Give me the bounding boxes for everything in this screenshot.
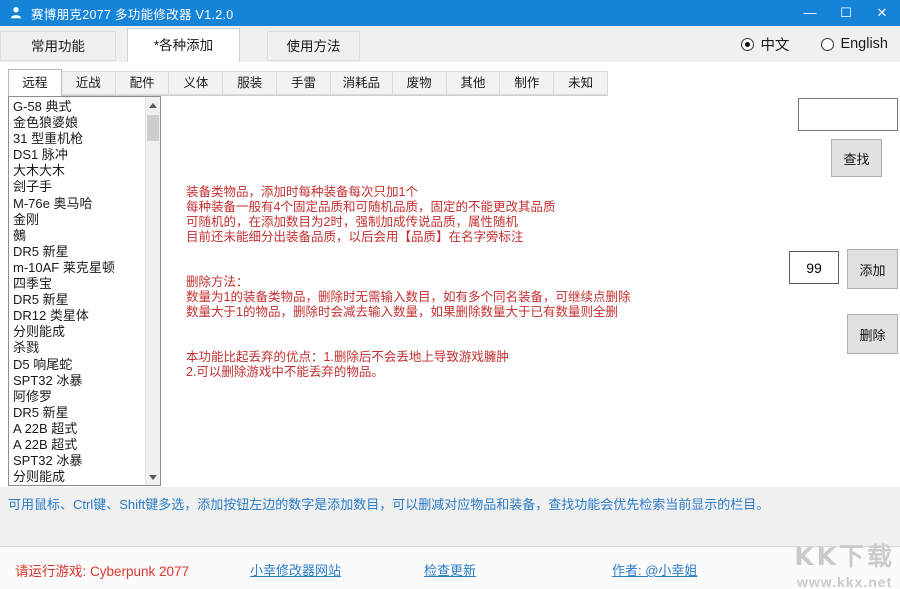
instruction-line: 2.可以删除游戏中不能丢弃的物品。 xyxy=(186,365,630,380)
app-icon xyxy=(9,6,23,20)
list-item[interactable]: DS1 脉冲 xyxy=(9,147,145,163)
add-button[interactable]: 添加 xyxy=(847,249,898,289)
find-button[interactable]: 查找 xyxy=(831,139,882,177)
category-tab-bar: 远程近战配件义体服装手雷消耗品废物其他制作未知 xyxy=(8,69,608,96)
instructions-text: 装备类物品，添加时每种装备每次只加1个每种装备一般有4个固定品质和可随机品质，固… xyxy=(186,185,630,380)
scroll-down-icon[interactable] xyxy=(146,469,160,485)
list-item[interactable]: m-10AF 莱克星顿 xyxy=(9,260,145,276)
category-tab[interactable]: 服装 xyxy=(223,71,277,95)
instruction-line: 目前还未能细分出装备品质，以后会用【品质】在名字旁标注 xyxy=(186,230,630,245)
list-item[interactable]: 杀戮 xyxy=(9,340,145,356)
radio-english-label: English xyxy=(840,36,888,52)
category-tab[interactable]: 手雷 xyxy=(277,71,331,95)
category-tab[interactable]: 制作 xyxy=(500,71,554,95)
main-tab[interactable]: *各种添加 xyxy=(127,28,240,62)
list-item[interactable]: 分则能成 xyxy=(9,324,145,340)
close-button[interactable]: ✕ xyxy=(864,0,900,26)
list-item[interactable]: G-58 典式 xyxy=(9,99,145,115)
run-game-text: 请运行游戏: Cyberpunk 2077 xyxy=(15,560,189,580)
list-item[interactable]: 鵺 xyxy=(9,228,145,244)
delete-button[interactable]: 删除 xyxy=(847,314,898,354)
main-tab[interactable]: 使用方法 xyxy=(267,31,360,61)
category-tab[interactable]: 消耗品 xyxy=(331,71,393,95)
scroll-up-icon[interactable] xyxy=(146,97,160,113)
category-tab[interactable]: 义体 xyxy=(169,71,223,95)
content-panel: 远程近战配件义体服装手雷消耗品废物其他制作未知 G-58 典式金色狼婆娘31 型… xyxy=(0,62,900,487)
weapon-listbox: G-58 典式金色狼婆娘31 型重机枪DS1 脉冲大木大木刽子手M-76e 奥马… xyxy=(8,96,161,486)
titlebar: 赛博朋克2077 多功能修改器 V1.2.0 — ☐ ✕ xyxy=(0,0,900,26)
scrollbar-thumb[interactable] xyxy=(147,115,159,141)
search-input[interactable] xyxy=(798,98,898,131)
instruction-line: 删除方法： xyxy=(186,275,630,290)
list-item[interactable]: 分则能成 xyxy=(9,469,145,485)
watermark: KK下载 www.kkx.net xyxy=(794,537,895,589)
website-link[interactable]: 小幸修改器网站 xyxy=(250,560,341,579)
window-title: 赛博朋克2077 多功能修改器 V1.2.0 xyxy=(31,4,234,23)
instruction-line: 每种装备一般有4个固定品质和可随机品质，固定的不能更改其品质 xyxy=(186,200,630,215)
quantity-input[interactable] xyxy=(789,251,839,284)
instruction-line: 装备类物品，添加时每种装备每次只加1个 xyxy=(186,185,630,200)
list-item[interactable]: SPT32 冰暴 xyxy=(9,453,145,469)
list-item[interactable]: 刽子手 xyxy=(9,179,145,195)
category-tab[interactable]: 其他 xyxy=(447,71,501,95)
kkx-logo: KK下载 xyxy=(794,537,895,573)
main-tab[interactable]: 常用功能 xyxy=(0,31,116,61)
category-tab[interactable]: 配件 xyxy=(116,71,170,95)
category-tab[interactable]: 近战 xyxy=(62,71,116,95)
instruction-line xyxy=(186,335,630,350)
radio-chinese[interactable]: 中文 xyxy=(741,34,789,55)
radio-selected-icon xyxy=(741,38,754,51)
scrollbar[interactable] xyxy=(145,97,160,485)
kkx-url: www.kkx.net xyxy=(794,574,895,589)
list-item[interactable]: DR5 新星 xyxy=(9,292,145,308)
update-link[interactable]: 检查更新 xyxy=(424,560,476,579)
list-item[interactable]: 金刚 xyxy=(9,212,145,228)
instruction-line xyxy=(186,245,630,260)
list-item[interactable]: M-76e 奥马哈 xyxy=(9,196,145,212)
instruction-line xyxy=(186,260,630,275)
category-tab[interactable]: 废物 xyxy=(393,71,447,95)
instruction-line: 本功能比起丢弃的优点：1.删除后不会丢地上导致游戏臃肿 xyxy=(186,350,630,365)
radio-unselected-icon xyxy=(821,38,834,51)
instruction-line xyxy=(186,320,630,335)
language-switch: 中文 English xyxy=(741,26,888,62)
author-link[interactable]: 作者: @小幸姐 xyxy=(612,560,697,579)
category-tab[interactable]: 远程 xyxy=(8,69,62,96)
list-item[interactable]: 大木大木 xyxy=(9,163,145,179)
instruction-line: 可随机的，在添加数目为2时，强制加成传说品质，属性随机 xyxy=(186,215,630,230)
list-item[interactable]: DR12 类星体 xyxy=(9,308,145,324)
footer-bar: 请运行游戏: Cyberpunk 2077 小幸修改器网站 检查更新 作者: @… xyxy=(0,546,900,589)
list-item[interactable]: 阿修罗 xyxy=(9,389,145,405)
list-item[interactable]: 四季宝 xyxy=(9,276,145,292)
list-item[interactable]: D5 响尾蛇 xyxy=(9,357,145,373)
list-item[interactable]: DR5 新星 xyxy=(9,244,145,260)
list-item[interactable]: A 22B 超式 xyxy=(9,421,145,437)
list-item[interactable]: A 22B 超式 xyxy=(9,437,145,453)
instruction-line: 数量为1的装备类物品，删除时无需输入数目，如有多个同名装备，可继续点删除 xyxy=(186,290,630,305)
list-item[interactable]: 31 型重机枪 xyxy=(9,131,145,147)
hint-text: 可用鼠标、Ctrl键、Shift键多选，添加按钮左边的数字是添加数目，可以删减对… xyxy=(8,496,786,513)
list-item[interactable]: DR5 新星 xyxy=(9,405,145,421)
instruction-line: 数量大于1的物品，删除时会减去输入数量，如果删除数量大于已有数量则全删 xyxy=(186,305,630,320)
radio-english[interactable]: English xyxy=(821,36,888,52)
weapon-list: G-58 典式金色狼婆娘31 型重机枪DS1 脉冲大木大木刽子手M-76e 奥马… xyxy=(9,97,145,485)
list-item[interactable]: SPT32 冰暴 xyxy=(9,373,145,389)
window-controls: — ☐ ✕ xyxy=(792,0,900,26)
radio-chinese-label: 中文 xyxy=(760,34,789,55)
list-item[interactable]: 金色狼婆娘 xyxy=(9,115,145,131)
minimize-button[interactable]: — xyxy=(792,0,828,26)
category-tab[interactable]: 未知 xyxy=(554,71,608,95)
maximize-button[interactable]: ☐ xyxy=(828,0,864,26)
